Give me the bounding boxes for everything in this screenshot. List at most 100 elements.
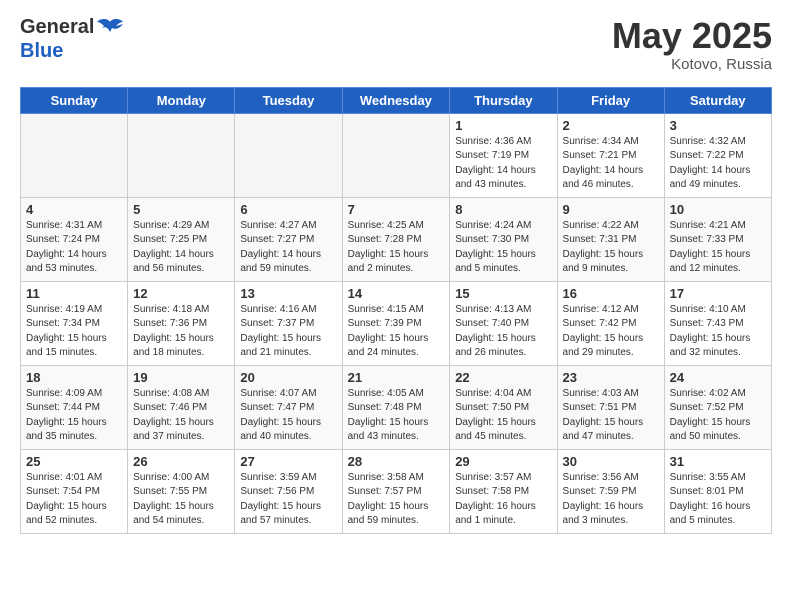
day-info: Sunrise: 4:04 AM Sunset: 7:50 PM Dayligh… xyxy=(455,387,551,445)
day-number: 10 xyxy=(670,202,766,217)
calendar-cell: 19Sunrise: 4:08 AM Sunset: 7:46 PM Dayli… xyxy=(128,365,235,449)
calendar-cell: 15 Sunrise: 4:13 AM Sunset: 7:40 PM Dayli… xyxy=(450,281,557,365)
logo-text: General Blue xyxy=(20,16,126,62)
calendar-cell: 2Sunrise: 4:34 AM Sunset: 7:21 PM Daylig… xyxy=(557,113,664,197)
day-info: Sunrise: 4:09 AM Sunset: 7:44 PM Dayligh… xyxy=(26,387,122,445)
calendar-cell: 7 Sunrise: 4:25 AM Sunset: 7:28 PM Daylig… xyxy=(342,197,450,281)
day-info: Sunrise: 4:10 AM Sunset: 7:43 PM Dayligh… xyxy=(670,303,766,361)
logo-bird-icon xyxy=(96,18,124,40)
day-number: 18 xyxy=(26,370,122,385)
col-header-tuesday: Tuesday xyxy=(235,87,342,113)
day-info: Sunrise: 3:55 AM Sunset: 8:01 PM Dayligh… xyxy=(670,471,766,529)
day-info: Sunrise: 4:13 AM Sunset: 7:40 PM Dayligh… xyxy=(455,303,551,361)
calendar-cell: 23Sunrise: 4:03 AM Sunset: 7:51 PM Dayli… xyxy=(557,365,664,449)
calendar-cell xyxy=(128,113,235,197)
day-number: 29 xyxy=(455,454,551,469)
day-info: Sunrise: 4:07 AM Sunset: 7:47 PM Dayligh… xyxy=(240,387,336,445)
day-number: 23 xyxy=(563,370,659,385)
day-number: 31 xyxy=(670,454,766,469)
day-info: Sunrise: 3:56 AM Sunset: 7:59 PM Dayligh… xyxy=(563,471,659,529)
day-info: Sunrise: 4:16 AM Sunset: 7:37 PM Dayligh… xyxy=(240,303,336,361)
day-number: 12 xyxy=(133,286,229,301)
day-number: 9 xyxy=(563,202,659,217)
calendar-cell: 10 Sunrise: 4:21 AM Sunset: 7:33 PM Dayli… xyxy=(664,197,771,281)
day-info: Sunrise: 4:22 AM Sunset: 7:31 PM Dayligh… xyxy=(563,219,659,277)
page: General Blue May 2025 Kotovo, Russia Sun… xyxy=(0,0,792,550)
day-info: Sunrise: 4:31 AM Sunset: 7:24 PM Dayligh… xyxy=(26,219,122,277)
calendar-cell: 25 Sunrise: 4:01 AM Sunset: 7:54 PM Dayli… xyxy=(21,449,128,533)
day-number: 17 xyxy=(670,286,766,301)
day-number: 25 xyxy=(26,454,122,469)
day-info: Sunrise: 4:05 AM Sunset: 7:48 PM Dayligh… xyxy=(348,387,445,445)
day-number: 21 xyxy=(348,370,445,385)
day-number: 26 xyxy=(133,454,229,469)
calendar-cell: 18 Sunrise: 4:09 AM Sunset: 7:44 PM Dayli… xyxy=(21,365,128,449)
calendar-week-row: 4Sunrise: 4:31 AM Sunset: 7:24 PM Daylig… xyxy=(21,197,772,281)
day-number: 13 xyxy=(240,286,336,301)
calendar-cell xyxy=(342,113,450,197)
day-number: 2 xyxy=(563,118,659,133)
day-info: Sunrise: 3:58 AM Sunset: 7:57 PM Dayligh… xyxy=(348,471,445,529)
day-number: 11 xyxy=(26,286,122,301)
calendar-cell: 13 Sunrise: 4:16 AM Sunset: 7:37 PM Dayli… xyxy=(235,281,342,365)
day-number: 19 xyxy=(133,370,229,385)
col-header-thursday: Thursday xyxy=(450,87,557,113)
calendar-cell: 31 Sunrise: 3:55 AM Sunset: 8:01 PM Dayli… xyxy=(664,449,771,533)
col-header-wednesday: Wednesday xyxy=(342,87,450,113)
day-number: 15 xyxy=(455,286,551,301)
col-header-sunday: Sunday xyxy=(21,87,128,113)
day-number: 24 xyxy=(670,370,766,385)
col-header-saturday: Saturday xyxy=(664,87,771,113)
day-info: Sunrise: 4:01 AM Sunset: 7:54 PM Dayligh… xyxy=(26,471,122,529)
day-number: 28 xyxy=(348,454,445,469)
calendar-cell: 6Sunrise: 4:27 AM Sunset: 7:27 PM Daylig… xyxy=(235,197,342,281)
logo-blue: Blue xyxy=(20,40,63,62)
calendar-week-row: 18 Sunrise: 4:09 AM Sunset: 7:44 PM Dayli… xyxy=(21,365,772,449)
day-info: Sunrise: 4:25 AM Sunset: 7:28 PM Dayligh… xyxy=(348,219,445,277)
title-block: May 2025 Kotovo, Russia xyxy=(612,16,772,73)
calendar-cell: 24 Sunrise: 4:02 AM Sunset: 7:52 PM Dayli… xyxy=(664,365,771,449)
calendar-cell: 14 Sunrise: 4:15 AM Sunset: 7:39 PM Dayli… xyxy=(342,281,450,365)
calendar-cell: 27Sunrise: 3:59 AM Sunset: 7:56 PM Dayli… xyxy=(235,449,342,533)
calendar-week-row: 11 Sunrise: 4:19 AM Sunset: 7:34 PM Dayli… xyxy=(21,281,772,365)
calendar-cell: 12Sunrise: 4:18 AM Sunset: 7:36 PM Dayli… xyxy=(128,281,235,365)
day-info: Sunrise: 3:57 AM Sunset: 7:58 PM Dayligh… xyxy=(455,471,551,529)
calendar-cell: 1Sunrise: 4:36 AM Sunset: 7:19 PM Daylig… xyxy=(450,113,557,197)
day-number: 16 xyxy=(563,286,659,301)
day-info: Sunrise: 4:32 AM Sunset: 7:22 PM Dayligh… xyxy=(670,135,766,193)
day-number: 7 xyxy=(348,202,445,217)
calendar-table: SundayMondayTuesdayWednesdayThursdayFrid… xyxy=(20,87,772,534)
calendar-cell: 11 Sunrise: 4:19 AM Sunset: 7:34 PM Dayli… xyxy=(21,281,128,365)
calendar-cell: 9 Sunrise: 4:22 AM Sunset: 7:31 PM Daylig… xyxy=(557,197,664,281)
logo-general: General xyxy=(20,16,94,38)
calendar-week-row: 1Sunrise: 4:36 AM Sunset: 7:19 PM Daylig… xyxy=(21,113,772,197)
day-info: Sunrise: 4:15 AM Sunset: 7:39 PM Dayligh… xyxy=(348,303,445,361)
day-info: Sunrise: 4:00 AM Sunset: 7:55 PM Dayligh… xyxy=(133,471,229,529)
month-year-title: May 2025 xyxy=(612,16,772,56)
calendar-cell: 22 Sunrise: 4:04 AM Sunset: 7:50 PM Dayli… xyxy=(450,365,557,449)
day-number: 14 xyxy=(348,286,445,301)
day-info: Sunrise: 4:02 AM Sunset: 7:52 PM Dayligh… xyxy=(670,387,766,445)
calendar-cell: 29 Sunrise: 3:57 AM Sunset: 7:58 PM Dayli… xyxy=(450,449,557,533)
day-number: 27 xyxy=(240,454,336,469)
day-info: Sunrise: 4:12 AM Sunset: 7:42 PM Dayligh… xyxy=(563,303,659,361)
calendar-cell: 21 Sunrise: 4:05 AM Sunset: 7:48 PM Dayli… xyxy=(342,365,450,449)
calendar-cell xyxy=(21,113,128,197)
day-info: Sunrise: 4:19 AM Sunset: 7:34 PM Dayligh… xyxy=(26,303,122,361)
header: General Blue May 2025 Kotovo, Russia xyxy=(20,16,772,73)
day-info: Sunrise: 4:24 AM Sunset: 7:30 PM Dayligh… xyxy=(455,219,551,277)
calendar-cell: 26 Sunrise: 4:00 AM Sunset: 7:55 PM Dayli… xyxy=(128,449,235,533)
calendar-header-row: SundayMondayTuesdayWednesdayThursdayFrid… xyxy=(21,87,772,113)
calendar-cell xyxy=(235,113,342,197)
day-info: Sunrise: 4:21 AM Sunset: 7:33 PM Dayligh… xyxy=(670,219,766,277)
day-info: Sunrise: 4:27 AM Sunset: 7:27 PM Dayligh… xyxy=(240,219,336,277)
day-number: 8 xyxy=(455,202,551,217)
calendar-cell: 28 Sunrise: 3:58 AM Sunset: 7:57 PM Dayli… xyxy=(342,449,450,533)
day-info: Sunrise: 4:36 AM Sunset: 7:19 PM Dayligh… xyxy=(455,135,551,193)
calendar-cell: 4Sunrise: 4:31 AM Sunset: 7:24 PM Daylig… xyxy=(21,197,128,281)
calendar-cell: 20 Sunrise: 4:07 AM Sunset: 7:47 PM Dayli… xyxy=(235,365,342,449)
calendar-cell: 16 Sunrise: 4:12 AM Sunset: 7:42 PM Dayli… xyxy=(557,281,664,365)
day-number: 20 xyxy=(240,370,336,385)
day-number: 5 xyxy=(133,202,229,217)
day-number: 22 xyxy=(455,370,551,385)
